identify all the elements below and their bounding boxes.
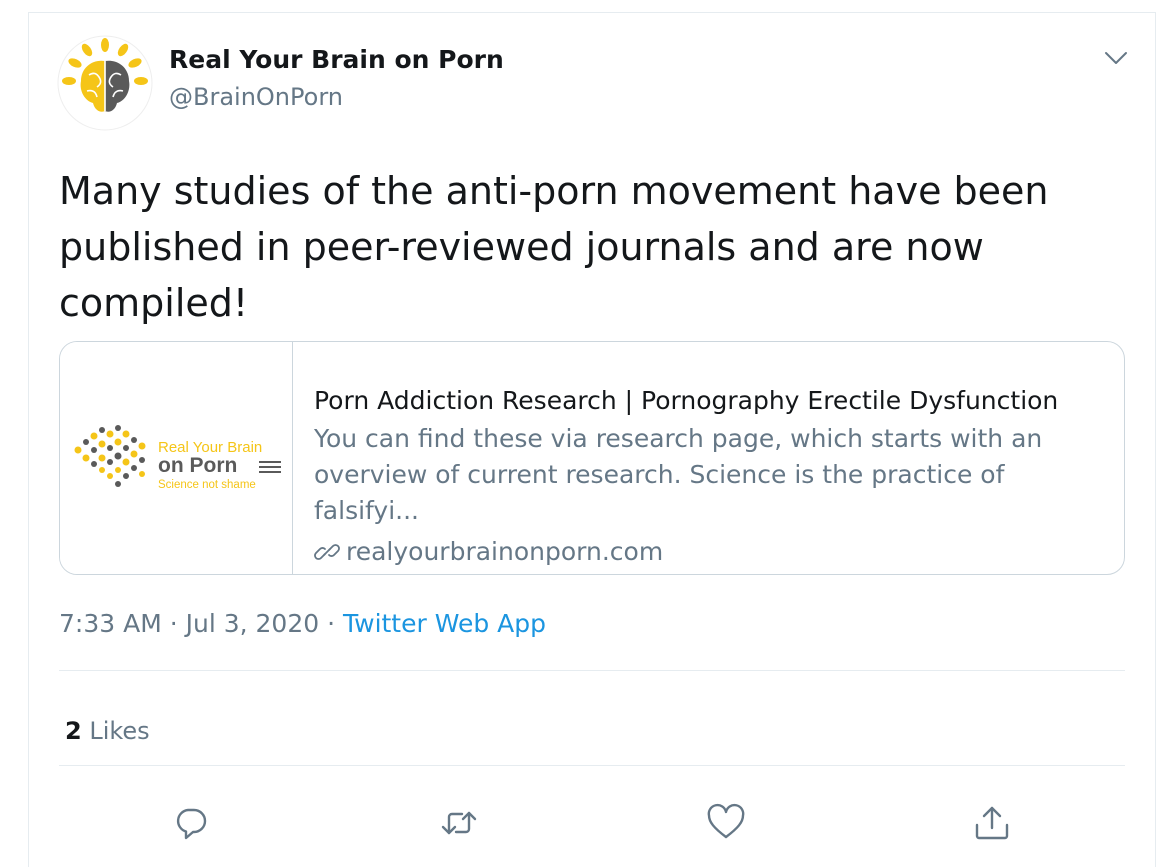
logo-text-line2: on Porn: [158, 454, 237, 477]
link-title: Porn Addiction Research | Pornography Er…: [314, 386, 1059, 415]
retweet-icon: [441, 811, 477, 835]
share-icon: [975, 806, 1009, 840]
likes-number: 2: [65, 717, 82, 745]
link-thumbnail: Real Your Brain on Porn Science not sham…: [60, 342, 293, 574]
author-display-name[interactable]: Real Your Brain on Porn: [169, 45, 504, 74]
likes-count[interactable]: 2 Likes: [65, 717, 150, 745]
link-icon: [314, 543, 340, 560]
share-button[interactable]: [972, 803, 1012, 843]
brain-sun-logo-icon: [57, 35, 153, 131]
link-preview-card[interactable]: Real Your Brain on Porn Science not sham…: [59, 341, 1125, 575]
avatar[interactable]: [57, 35, 153, 131]
heart-icon: [707, 803, 745, 839]
tweet-source-link[interactable]: Twitter Web App: [343, 609, 546, 638]
likes-label: Likes: [81, 717, 150, 745]
link-description-line1: You can find these via research page, wh…: [314, 424, 1043, 453]
chevron-down-icon[interactable]: [1103, 45, 1129, 71]
link-domain-row: realyourbrainonporn.com: [314, 537, 1114, 566]
author-handle[interactable]: @BrainOnPorn: [169, 83, 343, 111]
link-domain: realyourbrainonporn.com: [346, 537, 664, 566]
divider: [59, 670, 1125, 671]
retweet-button[interactable]: [439, 803, 479, 843]
link-body: Porn Addiction Research | Pornography Er…: [314, 386, 1114, 566]
reply-button[interactable]: [171, 803, 211, 843]
logo-tagline: Science not shame: [158, 479, 256, 491]
site-logo-icon: Real Your Brain on Porn Science not sham…: [74, 425, 281, 491]
link-description: You can find these via research page, wh…: [314, 421, 1114, 529]
tweet-card: Real Your Brain on Porn @BrainOnPorn Man…: [28, 12, 1156, 867]
reply-icon: [176, 808, 207, 840]
like-button[interactable]: [706, 803, 746, 843]
divider: [59, 765, 1125, 766]
link-description-line2: overview of current research. Science is…: [314, 460, 1005, 525]
tweet-text: Many studies of the anti-porn movement h…: [59, 169, 1049, 325]
tweet-meta: 7:33 AM · Jul 3, 2020 · Twitter Web App: [59, 609, 546, 638]
tweet-timestamp[interactable]: 7:33 AM · Jul 3, 2020 ·: [59, 609, 343, 638]
